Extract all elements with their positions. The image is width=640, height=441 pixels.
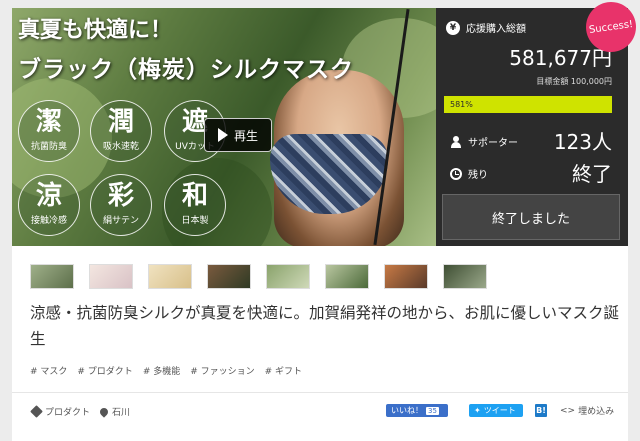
person-icon [450, 135, 462, 148]
feature-badge-caption: 日本製 [181, 216, 209, 226]
total-label-row: ¥ 応援購入総額 [446, 20, 526, 35]
goal-amount: 目標金額 100,000円 [536, 77, 612, 86]
supporters-label: サポーター [468, 138, 518, 149]
feature-badge-kanji: 涼 [35, 181, 62, 211]
feature-badge: 潔 抗菌防臭 [18, 100, 80, 162]
feature-badge-caption: 接触冷感 [30, 216, 67, 226]
feature-badge: 涼 接触冷感 [18, 174, 80, 236]
progress-bar: 581% [444, 96, 612, 113]
feature-badge-caption: 吸水速乾 [102, 142, 139, 152]
code-icon: <> [560, 405, 576, 416]
thumbnail[interactable] [30, 264, 74, 289]
thumbnail[interactable] [207, 264, 251, 289]
supporters-row: サポーター [450, 134, 518, 149]
remaining-value: 終了 [572, 162, 612, 186]
play-label: 再生 [233, 128, 258, 143]
twitter-bird-icon: ✦ [474, 406, 481, 415]
tag-link[interactable]: # ファッション [190, 364, 254, 377]
tag-icon [30, 405, 43, 418]
feature-badge: 彩 絹サテン [90, 174, 152, 236]
hero-title-line2: ブラック（梅炭）シルクマスク [18, 56, 354, 83]
thumbnail[interactable] [443, 264, 487, 289]
thumbnail[interactable] [89, 264, 133, 289]
feature-badge-caption: 抗菌防臭 [30, 142, 67, 152]
total-amount: 581,677円 [509, 46, 612, 70]
remaining-label: 残り [468, 170, 488, 181]
embed-link[interactable]: <> 埋め込み [560, 404, 615, 418]
yen-icon: ¥ [446, 20, 460, 35]
category-label: プロダクト [45, 408, 91, 418]
facebook-like-button[interactable]: いいね！ 35 [386, 404, 448, 417]
tweet-label: ツイート [483, 406, 516, 415]
location-link[interactable]: 石川 [98, 405, 131, 418]
play-icon [217, 128, 228, 142]
hatena-bookmark-button[interactable]: B! [535, 404, 547, 417]
tag-link[interactable]: # マスク [30, 364, 67, 377]
feature-badge-kanji: 和 [181, 181, 208, 211]
tag-link[interactable]: # ギフト [265, 364, 302, 377]
thumbnail[interactable] [325, 264, 369, 289]
supporters-value: 123人 [553, 130, 612, 154]
progress-label: 581% [450, 100, 473, 109]
tweet-button[interactable]: ✦ ツイート [469, 404, 523, 417]
thumbnail-strip [30, 264, 487, 289]
thumbnail[interactable] [266, 264, 310, 289]
embed-label: 埋め込み [578, 407, 615, 417]
like-count: 35 [426, 406, 439, 415]
feature-badge: 和 日本製 [164, 174, 226, 236]
location-label: 石川 [112, 408, 131, 418]
play-button[interactable]: 再生 [204, 118, 272, 152]
total-label: 応援購入総額 [466, 24, 526, 35]
remaining-row: 残り [450, 166, 488, 181]
feature-badge-caption: 絹サテン [102, 216, 139, 226]
feature-badge-kanji: 彩 [107, 181, 134, 211]
project-description: 涼感・抗菌防臭シルクが真夏を快適に。加賀絹発祥の地から、お肌に優しいマスク誕生 [30, 304, 620, 348]
tag-link[interactable]: # プロダクト [77, 364, 132, 377]
project-hero-video[interactable]: 真夏も快適に！ ブラック（梅炭）シルクマスク 潔 抗菌防臭 潤 吸水速乾 遮 U… [12, 8, 436, 246]
tag-list: # マスク # プロダクト # 多機能 # ファッション # ギフト [30, 364, 302, 377]
category-link[interactable]: プロダクト [30, 405, 91, 418]
divider [12, 392, 628, 393]
thumbnail[interactable] [384, 264, 428, 289]
feature-badge-kanji: 潤 [107, 107, 134, 137]
feature-badge-kanji: 潔 [35, 107, 62, 137]
tag-link[interactable]: # 多機能 [143, 364, 180, 377]
thumbnail[interactable] [148, 264, 192, 289]
like-label: いいね！ [391, 406, 423, 415]
hero-title-line1: 真夏も快適に！ [18, 17, 173, 43]
feature-badge: 潤 吸水速乾 [90, 100, 152, 162]
clock-icon [450, 167, 462, 180]
map-pin-icon [98, 405, 110, 418]
project-ended-button[interactable]: 終了しました [442, 194, 620, 240]
